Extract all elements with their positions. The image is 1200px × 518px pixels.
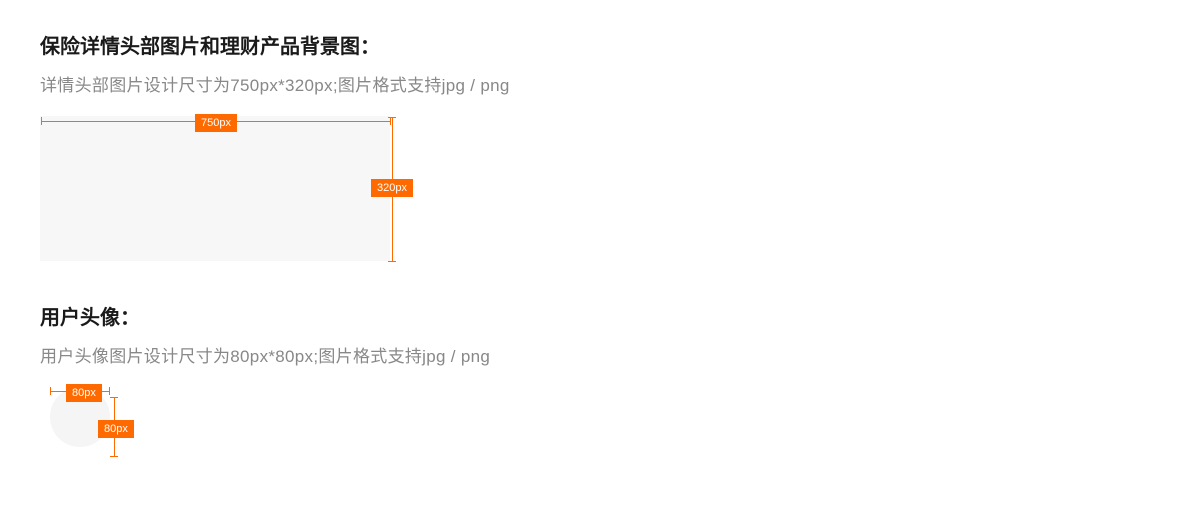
- section-description: 详情头部图片设计尺寸为750px*320px;图片格式支持jpg / png: [40, 71, 1160, 96]
- image-placeholder-rect: 750px 320px: [40, 116, 390, 261]
- spec-diagram-avatar: 80px 80px: [40, 387, 130, 477]
- dimension-height-label: 320px: [371, 179, 413, 197]
- dimension-width-label: 80px: [66, 384, 102, 402]
- section-user-avatar: 用户头像： 用户头像图片设计尺寸为80px*80px;图片格式支持jpg / p…: [40, 301, 1160, 477]
- dimension-width-label: 750px: [195, 114, 237, 132]
- section-title: 用户头像：: [40, 301, 1160, 330]
- dimension-height-label: 80px: [98, 420, 134, 438]
- spec-diagram-large: 750px 320px: [40, 116, 1160, 261]
- section-description: 用户头像图片设计尺寸为80px*80px;图片格式支持jpg / png: [40, 342, 1160, 367]
- section-title: 保险详情头部图片和理财产品背景图：: [40, 30, 1160, 59]
- section-insurance-header-image: 保险详情头部图片和理财产品背景图： 详情头部图片设计尺寸为750px*320px…: [40, 30, 1160, 261]
